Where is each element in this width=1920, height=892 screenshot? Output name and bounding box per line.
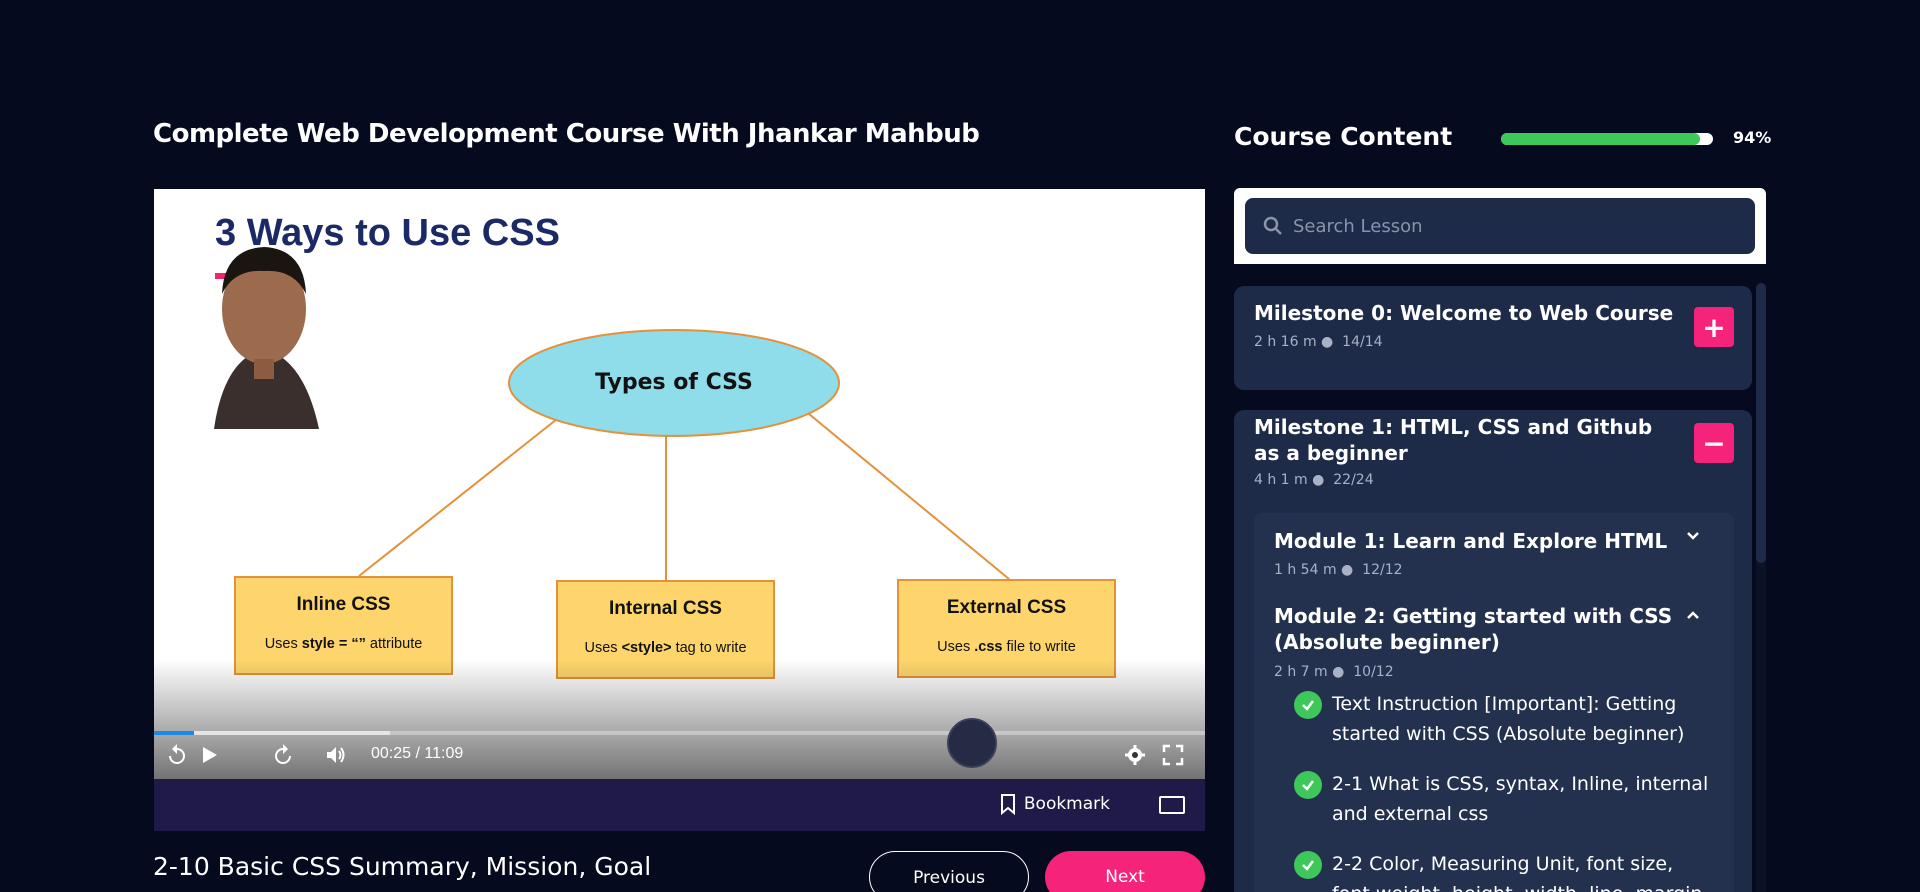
connector-right — [808, 413, 1010, 580]
milestone-meta: 4 h 1 m ● 22/24 — [1254, 472, 1374, 488]
modules-container: Module 1: Learn and Explore HTML 1 h 54 … — [1254, 513, 1734, 892]
lesson-title: 2-10 Basic CSS Summary, Mission, Goal — [153, 852, 652, 881]
chevron-up-icon[interactable] — [1686, 608, 1700, 622]
bookmark-bar: Bookmark — [154, 779, 1205, 831]
module-meta: 2 h 7 m ● 10/12 — [1274, 664, 1394, 680]
time-display: 00:25 / 11:09 — [371, 745, 464, 762]
presenter-webcam — [214, 247, 319, 429]
check-icon — [1294, 851, 1322, 879]
milestone-meta: 2 h 16 m ● 14/14 — [1254, 334, 1383, 350]
forward-icon[interactable] — [268, 740, 298, 770]
lesson-item[interactable]: Text Instruction [Important]: Getting st… — [1294, 689, 1714, 749]
box-title: Inline CSS — [296, 594, 391, 615]
bookmark-button[interactable]: Bookmark — [1000, 793, 1110, 815]
bookmark-icon — [1000, 794, 1015, 815]
course-progress-bar — [1501, 133, 1713, 145]
video-player[interactable]: 3 Ways to Use CSS Types of CSS Inline CS… — [154, 189, 1205, 831]
theater-mode-icon[interactable] — [1159, 796, 1185, 814]
lesson-title: Text Instruction [Important]: Getting st… — [1332, 693, 1685, 745]
next-button[interactable]: Next — [1045, 851, 1205, 892]
check-icon — [1294, 691, 1322, 719]
sidebar-scrollbar[interactable] — [1756, 283, 1766, 892]
brand-logo — [947, 718, 997, 768]
connector-left — [358, 418, 558, 577]
seek-bar[interactable] — [154, 731, 1205, 735]
milestone-title: Milestone 1: HTML, CSS and Github as a b… — [1254, 415, 1653, 465]
milestone-title: Milestone 0: Welcome to Web Course — [1254, 301, 1674, 325]
previous-button[interactable]: Previous — [869, 851, 1029, 892]
course-progress-percent: 94% — [1733, 128, 1772, 147]
time-current: 00:25 — [371, 745, 412, 762]
box-subtitle: Uses style = “” attribute — [264, 636, 423, 652]
chevron-down-icon[interactable] — [1686, 529, 1700, 543]
module-meta: 1 h 54 m ● 12/12 — [1274, 562, 1403, 578]
lesson-item[interactable]: 2-1 What is CSS, syntax, Inline, interna… — [1294, 769, 1714, 829]
played-bar — [154, 731, 194, 735]
search-input[interactable] — [1293, 215, 1713, 237]
course-content-title: Course Content — [1234, 122, 1453, 151]
course-title: Complete Web Development Course With Jha… — [153, 119, 980, 149]
milestone-0[interactable]: Milestone 0: Welcome to Web Course 2 h 1… — [1234, 286, 1752, 390]
search-container — [1234, 188, 1766, 264]
search-box — [1245, 198, 1755, 254]
controls-gradient — [154, 659, 1205, 779]
play-icon[interactable] — [194, 740, 224, 770]
box-subtitle: Uses .css file to write — [937, 639, 1076, 655]
time-total: 11:09 — [424, 745, 464, 762]
lesson-title: 2-2 Color, Measuring Unit, font size, fo… — [1332, 853, 1702, 892]
course-progress-fill — [1501, 133, 1701, 145]
module-1-title[interactable]: Module 1: Learn and Explore HTML — [1274, 528, 1674, 554]
box-title: External CSS — [946, 597, 1067, 618]
bookmark-label: Bookmark — [1023, 794, 1110, 814]
check-icon — [1294, 771, 1322, 799]
video-frame: 3 Ways to Use CSS Types of CSS Inline CS… — [154, 189, 1205, 779]
module-2-title[interactable]: Module 2: Getting started with CSS (Abso… — [1274, 603, 1674, 655]
lesson-item[interactable]: 2-2 Color, Measuring Unit, font size, fo… — [1294, 849, 1714, 892]
box-subtitle: Uses <style> tag to write — [584, 640, 747, 656]
oval-label: Types of CSS — [595, 370, 753, 395]
lesson-title: 2-1 What is CSS, syntax, Inline, interna… — [1332, 773, 1709, 825]
volume-icon[interactable] — [321, 740, 351, 770]
box-title: Internal CSS — [609, 598, 722, 619]
expand-plus-icon[interactable]: + — [1694, 307, 1734, 347]
search-icon — [1263, 216, 1282, 235]
rewind-icon[interactable] — [162, 740, 192, 770]
fullscreen-icon[interactable] — [1160, 742, 1186, 768]
sidebar-scroll-thumb[interactable] — [1756, 283, 1766, 563]
collapse-minus-icon[interactable]: − — [1694, 423, 1734, 463]
settings-gear-icon[interactable] — [1122, 742, 1148, 768]
